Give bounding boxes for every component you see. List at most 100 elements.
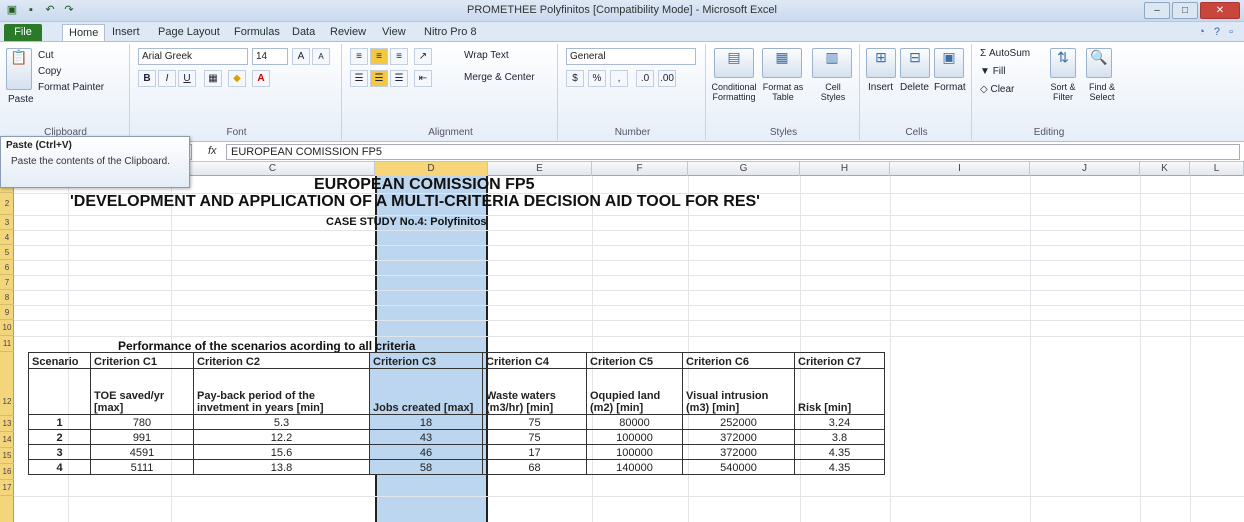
indent-icon[interactable]: ⇤ [414,70,432,87]
row-header[interactable]: 13 [0,416,14,432]
shrink-font-icon[interactable]: A [312,48,330,65]
increase-decimal-icon[interactable]: .0 [636,70,654,87]
align-center-icon[interactable]: ☰ [370,70,388,87]
table-cell[interactable]: 58 [369,459,483,475]
tab-review[interactable]: Review [330,24,366,41]
row-header[interactable]: 4 [0,230,14,245]
column-header-e[interactable]: E [488,162,592,176]
table-cell[interactable]: 75 [482,429,587,445]
table-subheader[interactable]: Waste waters (m3/hr) [min] [482,368,587,415]
table-subheader[interactable] [28,368,91,415]
table-header[interactable]: Criterion C6 [682,352,795,369]
table-cell[interactable]: 5.3 [193,414,370,430]
column-header-h[interactable]: H [800,162,890,176]
tab-view[interactable]: View [382,24,406,41]
table-cell[interactable]: 68 [482,459,587,475]
help-icon[interactable]: ◔ ? ▫ [1198,26,1236,38]
column-header-g[interactable]: G [688,162,800,176]
merge-center-button[interactable]: Merge & Center [464,72,535,83]
row-header[interactable]: 10 [0,320,14,336]
table-cell[interactable]: 140000 [586,459,683,475]
row-header[interactable]: 6 [0,260,14,275]
table-header[interactable]: Scenario [28,352,91,369]
worksheet[interactable]: EUROPEAN COMISSION FP5 'DEVELOPMENT AND … [14,176,1244,522]
format-cells-icon[interactable]: ▣ [934,48,964,78]
table-header[interactable]: Criterion C1 [90,352,194,369]
row-header[interactable]: 14 [0,432,14,448]
format-table-icon[interactable]: ▦ [762,48,802,78]
table-cell[interactable]: 3.24 [794,414,885,430]
italic-icon[interactable]: I [158,70,176,87]
format-painter-button[interactable]: Format Painter [38,82,104,93]
align-bottom-icon[interactable]: ≡ [390,48,408,65]
column-header-l[interactable]: L [1190,162,1244,176]
row-header[interactable]: 15 [0,448,14,464]
delete-button[interactable]: Delete [900,82,929,93]
borders-icon[interactable]: ▦ [204,70,222,87]
find-select-button[interactable]: Find & Select [1082,82,1122,102]
row-header[interactable]: 12 [0,352,14,416]
row-header[interactable]: 2 [0,193,14,215]
table-cell[interactable]: 13.8 [193,459,370,475]
align-top-icon[interactable]: ≡ [350,48,368,65]
find-select-icon[interactable]: 🔍 [1086,48,1112,78]
paste-button[interactable]: 📋 [6,48,32,90]
row-header[interactable]: 9 [0,305,14,320]
performance-title[interactable]: Performance of the scenarios acording to… [118,339,415,353]
table-cell[interactable]: 4.35 [794,459,885,475]
table-subheader[interactable]: Pay-back period of the invetment in year… [193,368,370,415]
table-cell[interactable]: 3.8 [794,429,885,445]
percent-icon[interactable]: % [588,70,606,87]
table-cell[interactable]: 5111 [90,459,194,475]
tab-nitro-pro[interactable]: Nitro Pro 8 [424,24,477,41]
row-header[interactable]: 3 [0,215,14,230]
conditional-formatting-button[interactable]: Conditional Formatting [710,82,758,102]
table-cell[interactable]: 46 [369,444,483,460]
autosum-button[interactable]: Σ AutoSum [980,48,1030,59]
table-cell[interactable]: 372000 [682,429,795,445]
row-header[interactable]: 11 [0,336,14,352]
copy-button[interactable]: Copy [38,66,61,77]
underline-icon[interactable]: U [178,70,196,87]
table-header[interactable]: Criterion C4 [482,352,587,369]
table-cell[interactable]: 4 [28,459,91,475]
decrease-decimal-icon[interactable]: .00 [658,70,676,87]
table-cell[interactable]: 100000 [586,429,683,445]
table-cell[interactable]: 252000 [682,414,795,430]
formula-input[interactable]: EUROPEAN COMISSION FP5 [226,144,1240,160]
tab-formulas[interactable]: Formulas [234,24,280,41]
tab-page-layout[interactable]: Page Layout [158,24,220,41]
sort-filter-icon[interactable]: ⇅ [1050,48,1076,78]
table-cell[interactable]: 2 [28,429,91,445]
wrap-text-button[interactable]: Wrap Text [464,50,509,61]
table-subheader[interactable]: Risk [min] [794,368,885,415]
column-header-k[interactable]: K [1140,162,1190,176]
row-header[interactable]: 7 [0,275,14,290]
column-header-i[interactable]: I [890,162,1030,176]
table-header[interactable]: Criterion C5 [586,352,683,369]
insert-button[interactable]: Insert [868,82,893,93]
table-subheader[interactable]: TOE saved/yr [max] [90,368,194,415]
column-header-c[interactable]: C [171,162,375,176]
font-size-select[interactable]: 14 [252,48,288,65]
delete-cells-icon[interactable]: ⊟ [900,48,930,78]
tab-home[interactable]: Home [62,24,106,41]
table-cell[interactable]: 100000 [586,444,683,460]
align-middle-icon[interactable]: ≡ [370,48,388,65]
table-cell[interactable]: 17 [482,444,587,460]
tab-insert[interactable]: Insert [112,24,140,41]
grow-font-icon[interactable]: A [292,48,310,65]
row-header[interactable]: 8 [0,290,14,305]
align-left-icon[interactable]: ☰ [350,70,368,87]
table-cell[interactable]: 4.35 [794,444,885,460]
table-header[interactable]: Criterion C2 [193,352,370,369]
table-cell[interactable]: 3 [28,444,91,460]
close-button[interactable]: ✕ [1200,2,1240,19]
tab-file[interactable]: File [4,24,42,41]
table-header[interactable]: Criterion C7 [794,352,885,369]
orientation-icon[interactable]: ↗ [414,48,432,65]
cell-styles-button[interactable]: Cell Styles [812,82,854,102]
table-cell[interactable]: 1 [28,414,91,430]
format-button[interactable]: Format [934,82,966,93]
insert-function-icon[interactable]: fx [208,145,217,157]
